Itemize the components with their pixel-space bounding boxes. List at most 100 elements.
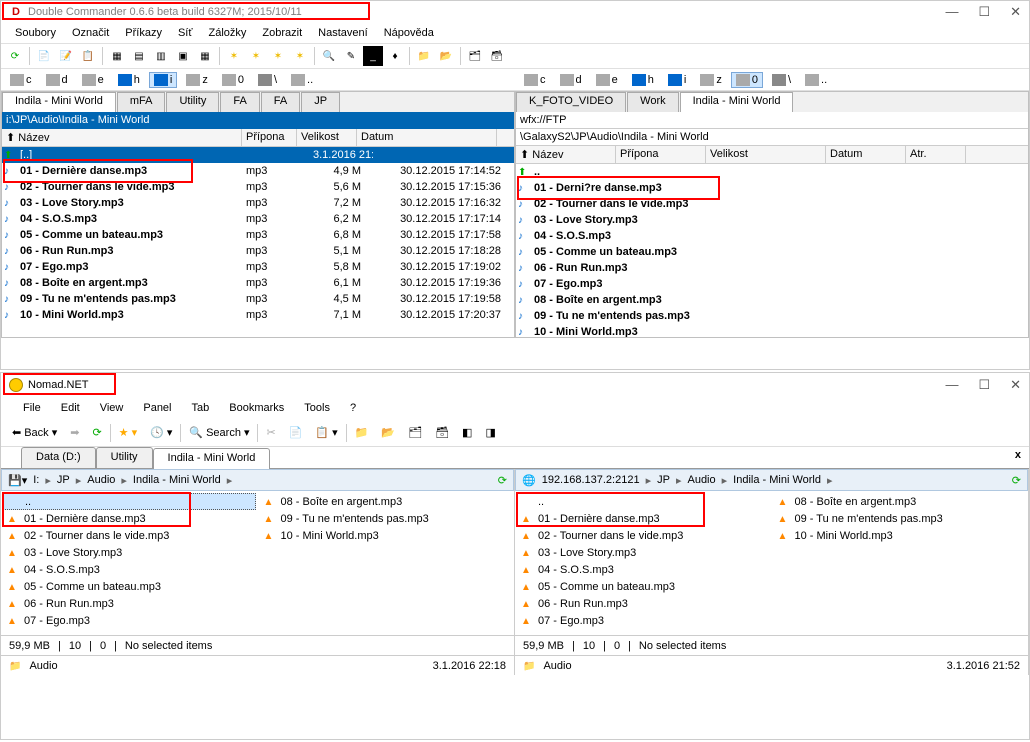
menu-item[interactable]: Tab bbox=[184, 400, 218, 416]
dc-right-path1[interactable]: wfx://FTP bbox=[516, 112, 1028, 129]
file-item[interactable]: 06 - Run Run.mp3 bbox=[3, 595, 256, 612]
cut-icon[interactable]: ✂ bbox=[261, 424, 280, 441]
file-row[interactable]: .. bbox=[516, 164, 1028, 180]
file-item[interactable]: 07 - Ego.mp3 bbox=[3, 612, 256, 629]
tool-icon[interactable]: ✎ bbox=[341, 46, 361, 66]
breadcrumb-item[interactable]: Audio bbox=[83, 473, 119, 487]
tool-icon[interactable]: 🗃 bbox=[430, 424, 454, 441]
column-header[interactable]: Přípona bbox=[242, 129, 297, 146]
refresh-icon[interactable]: ⟳ bbox=[5, 46, 25, 66]
file-item[interactable]: 09 - Tu ne m'entends pas.mp3 bbox=[774, 510, 1027, 527]
tab[interactable]: JP bbox=[301, 92, 340, 112]
tab[interactable]: Indila - Mini World bbox=[153, 448, 271, 469]
tool-icon[interactable]: 📂 bbox=[436, 46, 456, 66]
file-row[interactable]: 06 - Run Run.mp3 bbox=[516, 260, 1028, 276]
file-row[interactable]: 09 - Tu ne m'entends pas.mp3mp34,5 M30.1… bbox=[2, 291, 514, 307]
breadcrumb-item[interactable]: Indila - Mini World bbox=[729, 473, 825, 487]
tab[interactable]: Data (D:) bbox=[21, 447, 96, 468]
nomad-right-files[interactable]: ..01 - Dernière danse.mp302 - Tourner da… bbox=[515, 491, 1028, 635]
drive-z[interactable]: z bbox=[695, 72, 727, 88]
breadcrumb-item[interactable]: I: bbox=[29, 473, 43, 487]
column-header[interactable]: Datum bbox=[357, 129, 497, 146]
menu-item[interactable]: Bookmarks bbox=[221, 400, 292, 416]
copy-icon[interactable]: 📄 bbox=[284, 424, 308, 441]
drive-d[interactable]: d bbox=[555, 72, 587, 88]
dc-left-path[interactable]: i:\JP\Audio\Indila - Mini World bbox=[2, 112, 514, 129]
file-row[interactable]: 01 - Dernière danse.mp3mp34,9 M30.12.201… bbox=[2, 163, 514, 179]
drive-e[interactable]: e bbox=[77, 72, 109, 88]
tool-icon[interactable]: 📂 bbox=[376, 424, 400, 441]
tool-icon[interactable]: ✶ bbox=[290, 46, 310, 66]
drive-c[interactable]: c bbox=[5, 72, 37, 88]
file-item[interactable]: 08 - Boîte en argent.mp3 bbox=[774, 493, 1027, 510]
menu-item[interactable]: Označit bbox=[66, 25, 115, 41]
file-item[interactable]: 04 - S.O.S.mp3 bbox=[517, 561, 770, 578]
file-item[interactable]: 04 - S.O.S.mp3 bbox=[3, 561, 256, 578]
drive-0[interactable]: 0 bbox=[217, 72, 249, 88]
column-header[interactable]: Velikost bbox=[706, 146, 826, 163]
menu-item[interactable]: Zobrazit bbox=[256, 25, 308, 41]
drive-..[interactable]: .. bbox=[800, 72, 832, 88]
drive-h[interactable]: h bbox=[627, 72, 659, 88]
file-row[interactable]: 04 - S.O.S.mp3mp36,2 M30.12.2015 17:17:1… bbox=[2, 211, 514, 227]
close-button[interactable]: ✕ bbox=[1010, 377, 1021, 393]
menu-item[interactable]: Nastavení bbox=[312, 25, 374, 41]
file-row[interactable]: 08 - Boîte en argent.mp3 bbox=[516, 292, 1028, 308]
column-header[interactable]: Datum bbox=[826, 146, 906, 163]
file-item[interactable]: 06 - Run Run.mp3 bbox=[517, 595, 770, 612]
menu-item[interactable]: File bbox=[15, 400, 49, 416]
refresh-icon[interactable]: ⟳ bbox=[1012, 474, 1021, 487]
file-row[interactable]: 08 - Boîte en argent.mp3mp36,1 M30.12.20… bbox=[2, 275, 514, 291]
column-header[interactable]: Velikost bbox=[297, 129, 357, 146]
drive-..[interactable]: .. bbox=[286, 72, 318, 88]
file-item[interactable]: 01 - Dernière danse.mp3 bbox=[3, 510, 256, 527]
network-icon[interactable]: 🌐 bbox=[522, 474, 536, 487]
tool-icon[interactable]: 🗃 bbox=[487, 46, 507, 66]
menu-item[interactable]: Panel bbox=[135, 400, 179, 416]
breadcrumb-host[interactable]: 192.168.137.2:2121 bbox=[538, 473, 644, 487]
file-item[interactable]: 08 - Boîte en argent.mp3 bbox=[260, 493, 513, 510]
dc-right-filelist[interactable]: ..01 - Derni?re danse.mp302 - Tourner da… bbox=[516, 164, 1028, 337]
breadcrumb-item[interactable]: JP bbox=[53, 473, 74, 487]
file-item[interactable]: 03 - Love Story.mp3 bbox=[517, 544, 770, 561]
drive-i[interactable]: i bbox=[663, 72, 691, 88]
file-item[interactable]: .. bbox=[3, 493, 256, 510]
file-row[interactable]: 04 - S.O.S.mp3 bbox=[516, 228, 1028, 244]
drive-i[interactable]: i bbox=[149, 72, 177, 88]
tool-icon[interactable]: ▦ bbox=[107, 46, 127, 66]
tool-icon[interactable]: 📋 bbox=[78, 46, 98, 66]
breadcrumb-item[interactable]: Audio bbox=[683, 473, 719, 487]
tab[interactable]: FA bbox=[261, 92, 300, 112]
tool-icon[interactable]: 🗂 bbox=[403, 424, 427, 441]
drive-\[interactable]: \ bbox=[767, 72, 796, 88]
nomad-right-breadcrumb[interactable]: 🌐 192.168.137.2:2121 ▸ JP▸Audio▸Indila -… bbox=[515, 469, 1028, 491]
paste-icon[interactable]: 📋 ▾ bbox=[310, 424, 342, 441]
history-icon[interactable]: 🕓 ▾ bbox=[145, 424, 177, 441]
file-row[interactable]: 02 - Tourner dans le vide.mp3mp35,6 M30.… bbox=[2, 179, 514, 195]
tool-icon[interactable]: ▥ bbox=[151, 46, 171, 66]
file-row[interactable]: 07 - Ego.mp3 bbox=[516, 276, 1028, 292]
back-button[interactable]: ⬅ Back ▾ bbox=[7, 424, 62, 441]
column-header[interactable]: ⬆ Název bbox=[516, 146, 616, 163]
file-item[interactable]: 07 - Ego.mp3 bbox=[517, 612, 770, 629]
tab[interactable]: Utility bbox=[166, 92, 219, 112]
file-item[interactable]: 02 - Tourner dans le vide.mp3 bbox=[3, 527, 256, 544]
terminal-icon[interactable]: _ bbox=[363, 46, 383, 66]
tool-icon[interactable]: ▤ bbox=[129, 46, 149, 66]
menu-item[interactable]: Tools bbox=[296, 400, 338, 416]
maximize-button[interactable]: ☐ bbox=[978, 4, 990, 20]
file-item[interactable]: 10 - Mini World.mp3 bbox=[260, 527, 513, 544]
forward-button[interactable]: ➡ bbox=[65, 424, 84, 441]
tool-icon[interactable]: ◧ bbox=[457, 424, 477, 441]
tab[interactable]: Indila - Mini World bbox=[2, 92, 116, 112]
tool-icon[interactable]: ♦ bbox=[385, 46, 405, 66]
tool-icon[interactable]: ▦ bbox=[195, 46, 215, 66]
drive-icon[interactable]: 💾▾ bbox=[8, 474, 27, 487]
minimize-button[interactable]: — bbox=[945, 377, 958, 393]
file-item[interactable]: 03 - Love Story.mp3 bbox=[3, 544, 256, 561]
file-item[interactable]: 02 - Tourner dans le vide.mp3 bbox=[517, 527, 770, 544]
close-button[interactable]: ✕ bbox=[1010, 4, 1021, 20]
dc-right-path2[interactable]: \GalaxyS2\JP\Audio\Indila - Mini World bbox=[516, 129, 1028, 146]
menu-item[interactable]: ? bbox=[342, 400, 364, 416]
tool-icon[interactable]: ✶ bbox=[224, 46, 244, 66]
